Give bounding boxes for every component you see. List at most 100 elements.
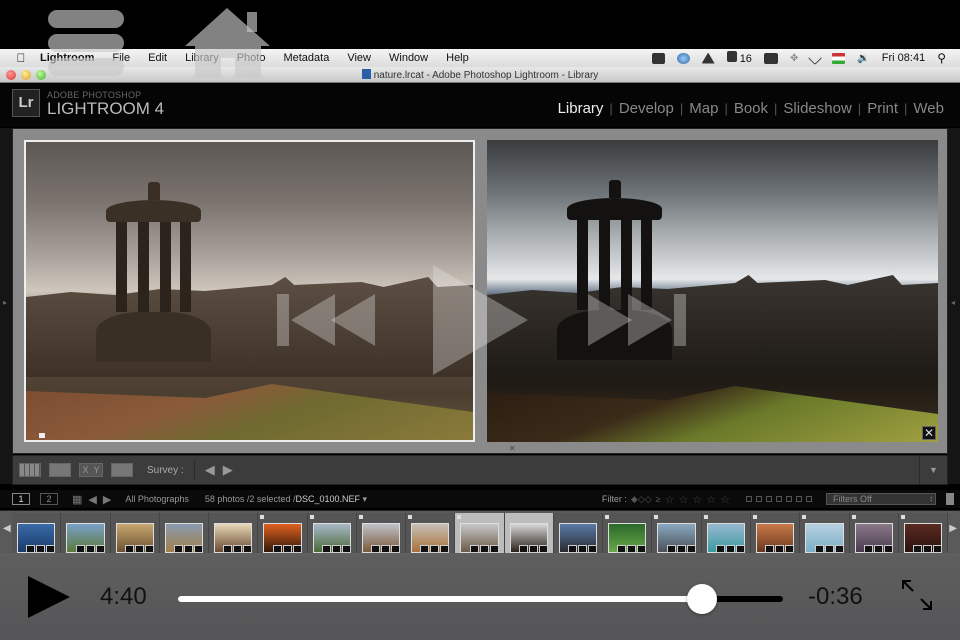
remove-from-survey-button[interactable]: ✕ [922, 426, 936, 440]
main-window-button[interactable]: 1 [12, 493, 30, 505]
grid-view-icon[interactable] [19, 463, 41, 477]
filmstrip-scroll-right[interactable]: ▶ [949, 523, 957, 534]
seek-bar[interactable] [178, 584, 783, 614]
color-filter-red[interactable] [746, 496, 752, 502]
toolbar-options-button[interactable]: ▼ [919, 456, 947, 484]
spotlight-search-icon[interactable]: ⚲ [937, 51, 946, 65]
color-filter-purple[interactable] [786, 496, 792, 502]
list-menu-icon[interactable] [48, 10, 124, 76]
survey-photo-1[interactable] [24, 140, 475, 442]
hungarian-flag-icon[interactable] [832, 52, 846, 64]
right-panel-collapsed[interactable]: ◂ [948, 128, 960, 484]
menu-window[interactable]: Window [389, 52, 428, 64]
clock[interactable]: Fri 08:41 [882, 52, 925, 64]
home-icon[interactable] [185, 8, 270, 78]
filmstrip-thumbnail[interactable] [553, 513, 604, 555]
secondary-window-button[interactable]: 2 [40, 493, 58, 505]
filmstrip-thumbnail[interactable] [504, 513, 554, 555]
module-library[interactable]: Library [552, 100, 610, 117]
filmstrip-thumbnail[interactable] [701, 513, 751, 555]
filter-presets-select[interactable]: Filters Off [826, 493, 936, 505]
back-arrow-icon[interactable]: ◀ [88, 493, 96, 506]
filmstrip-thumbnail[interactable] [61, 513, 111, 555]
pick-flag-icon[interactable] [605, 515, 610, 519]
pick-flag-icon[interactable] [358, 515, 363, 519]
filmstrip-thumbnail[interactable] [652, 513, 702, 555]
dropbox-icon[interactable] [676, 52, 690, 64]
google-drive-icon[interactable] [701, 52, 715, 64]
filmstrip-thumbnail[interactable] [603, 513, 653, 555]
apple-logo-icon[interactable]:  [14, 51, 28, 65]
filmstrip-thumbnail[interactable] [898, 513, 949, 555]
reject-flag-icon[interactable]: ✕ [509, 445, 517, 453]
filmstrip-scroll-left[interactable]: ◀ [3, 523, 11, 534]
filmstrip-thumbnail[interactable] [307, 513, 357, 555]
menu-metadata[interactable]: Metadata [283, 52, 329, 64]
filmstrip-thumbnail[interactable] [849, 513, 899, 555]
pick-flag-icon[interactable] [309, 515, 314, 519]
bluetooth-icon[interactable]: ✥ [790, 53, 798, 64]
filmstrip-thumbnail[interactable] [356, 513, 407, 555]
pick-flag-icon[interactable] [802, 515, 807, 519]
menu-help[interactable]: Help [446, 52, 469, 64]
star-filter-3[interactable]: ☆ [692, 493, 702, 506]
expand-right-panel-icon[interactable]: ◂ [951, 298, 955, 308]
wifi-icon[interactable] [808, 50, 823, 66]
module-slideshow[interactable]: Slideshow [777, 100, 857, 117]
pick-flag-icon[interactable] [752, 515, 757, 519]
pick-flag-icon[interactable] [260, 515, 265, 519]
left-panel-collapsed[interactable]: ▸ [0, 128, 12, 484]
overlay-play-icon[interactable] [433, 265, 528, 375]
star-filter-2[interactable]: ☆ [679, 493, 689, 506]
forward-arrow-icon[interactable]: ▶ [103, 493, 111, 506]
display-icon[interactable] [763, 52, 778, 64]
volume-icon[interactable]: 🔉 [857, 53, 869, 64]
skip-forward-icon[interactable] [588, 290, 688, 350]
selection-count[interactable]: 58 photos /2 selected /DSC_0100.NEF ▾ [205, 494, 367, 505]
flag-filter-icons[interactable]: ◆◇◇ [631, 494, 652, 505]
star-filter-4[interactable]: ☆ [706, 493, 716, 506]
filmstrip-thumbnail[interactable] [258, 513, 308, 555]
filmstrip-thumbnail[interactable] [455, 513, 505, 555]
menu-edit[interactable]: Edit [148, 52, 167, 64]
module-map[interactable]: Map [683, 100, 724, 117]
next-photo-button[interactable]: ▶ [223, 462, 233, 478]
color-filter-green[interactable] [766, 496, 772, 502]
filmstrip-thumbnail[interactable] [12, 513, 62, 555]
filmstrip-thumbnail[interactable] [159, 513, 210, 555]
grid-view-icon[interactable]: ▦ [72, 493, 82, 506]
survey-photo-2[interactable]: ✕ [487, 140, 938, 442]
filmstrip-thumbnail[interactable] [800, 513, 850, 555]
filmstrip-thumbnail[interactable] [406, 513, 456, 555]
module-develop[interactable]: Develop [613, 100, 680, 117]
pick-flag-icon[interactable] [408, 515, 413, 519]
play-icon[interactable] [28, 576, 70, 618]
star-filter-1[interactable]: ☆ [665, 493, 675, 506]
filter-lock-icon[interactable] [946, 493, 954, 505]
source-label[interactable]: All Photographs [125, 494, 189, 504]
facetime-camera-icon[interactable] [651, 52, 665, 64]
pick-flag-icon[interactable] [703, 515, 708, 519]
filmstrip-thumbnail[interactable] [209, 513, 259, 555]
color-filter-yellow[interactable] [756, 496, 762, 502]
module-print[interactable]: Print [861, 100, 904, 117]
adobe-cc-status[interactable]: 16 [726, 51, 752, 65]
color-filter-other[interactable] [796, 496, 802, 502]
filmstrip-thumbnail[interactable] [110, 513, 160, 555]
color-filter-blue[interactable] [776, 496, 782, 502]
seek-handle[interactable] [686, 584, 717, 614]
loupe-view-icon[interactable] [49, 463, 71, 477]
pick-flag-icon[interactable] [457, 515, 462, 519]
survey-view-icon[interactable] [111, 463, 133, 477]
rating-operator[interactable]: ≥ [656, 494, 661, 504]
color-filter-none[interactable] [806, 496, 812, 502]
filmstrip-thumbnail[interactable] [750, 513, 801, 555]
module-web[interactable]: Web [907, 100, 950, 117]
compare-view-button[interactable]: XY [79, 463, 103, 477]
expand-fullscreen-icon[interactable] [900, 578, 934, 612]
expand-left-panel-icon[interactable]: ▸ [3, 298, 7, 308]
menu-view[interactable]: View [347, 52, 371, 64]
module-book[interactable]: Book [728, 100, 774, 117]
skip-back-icon[interactable] [275, 290, 375, 350]
pick-flag-icon[interactable] [654, 515, 659, 519]
